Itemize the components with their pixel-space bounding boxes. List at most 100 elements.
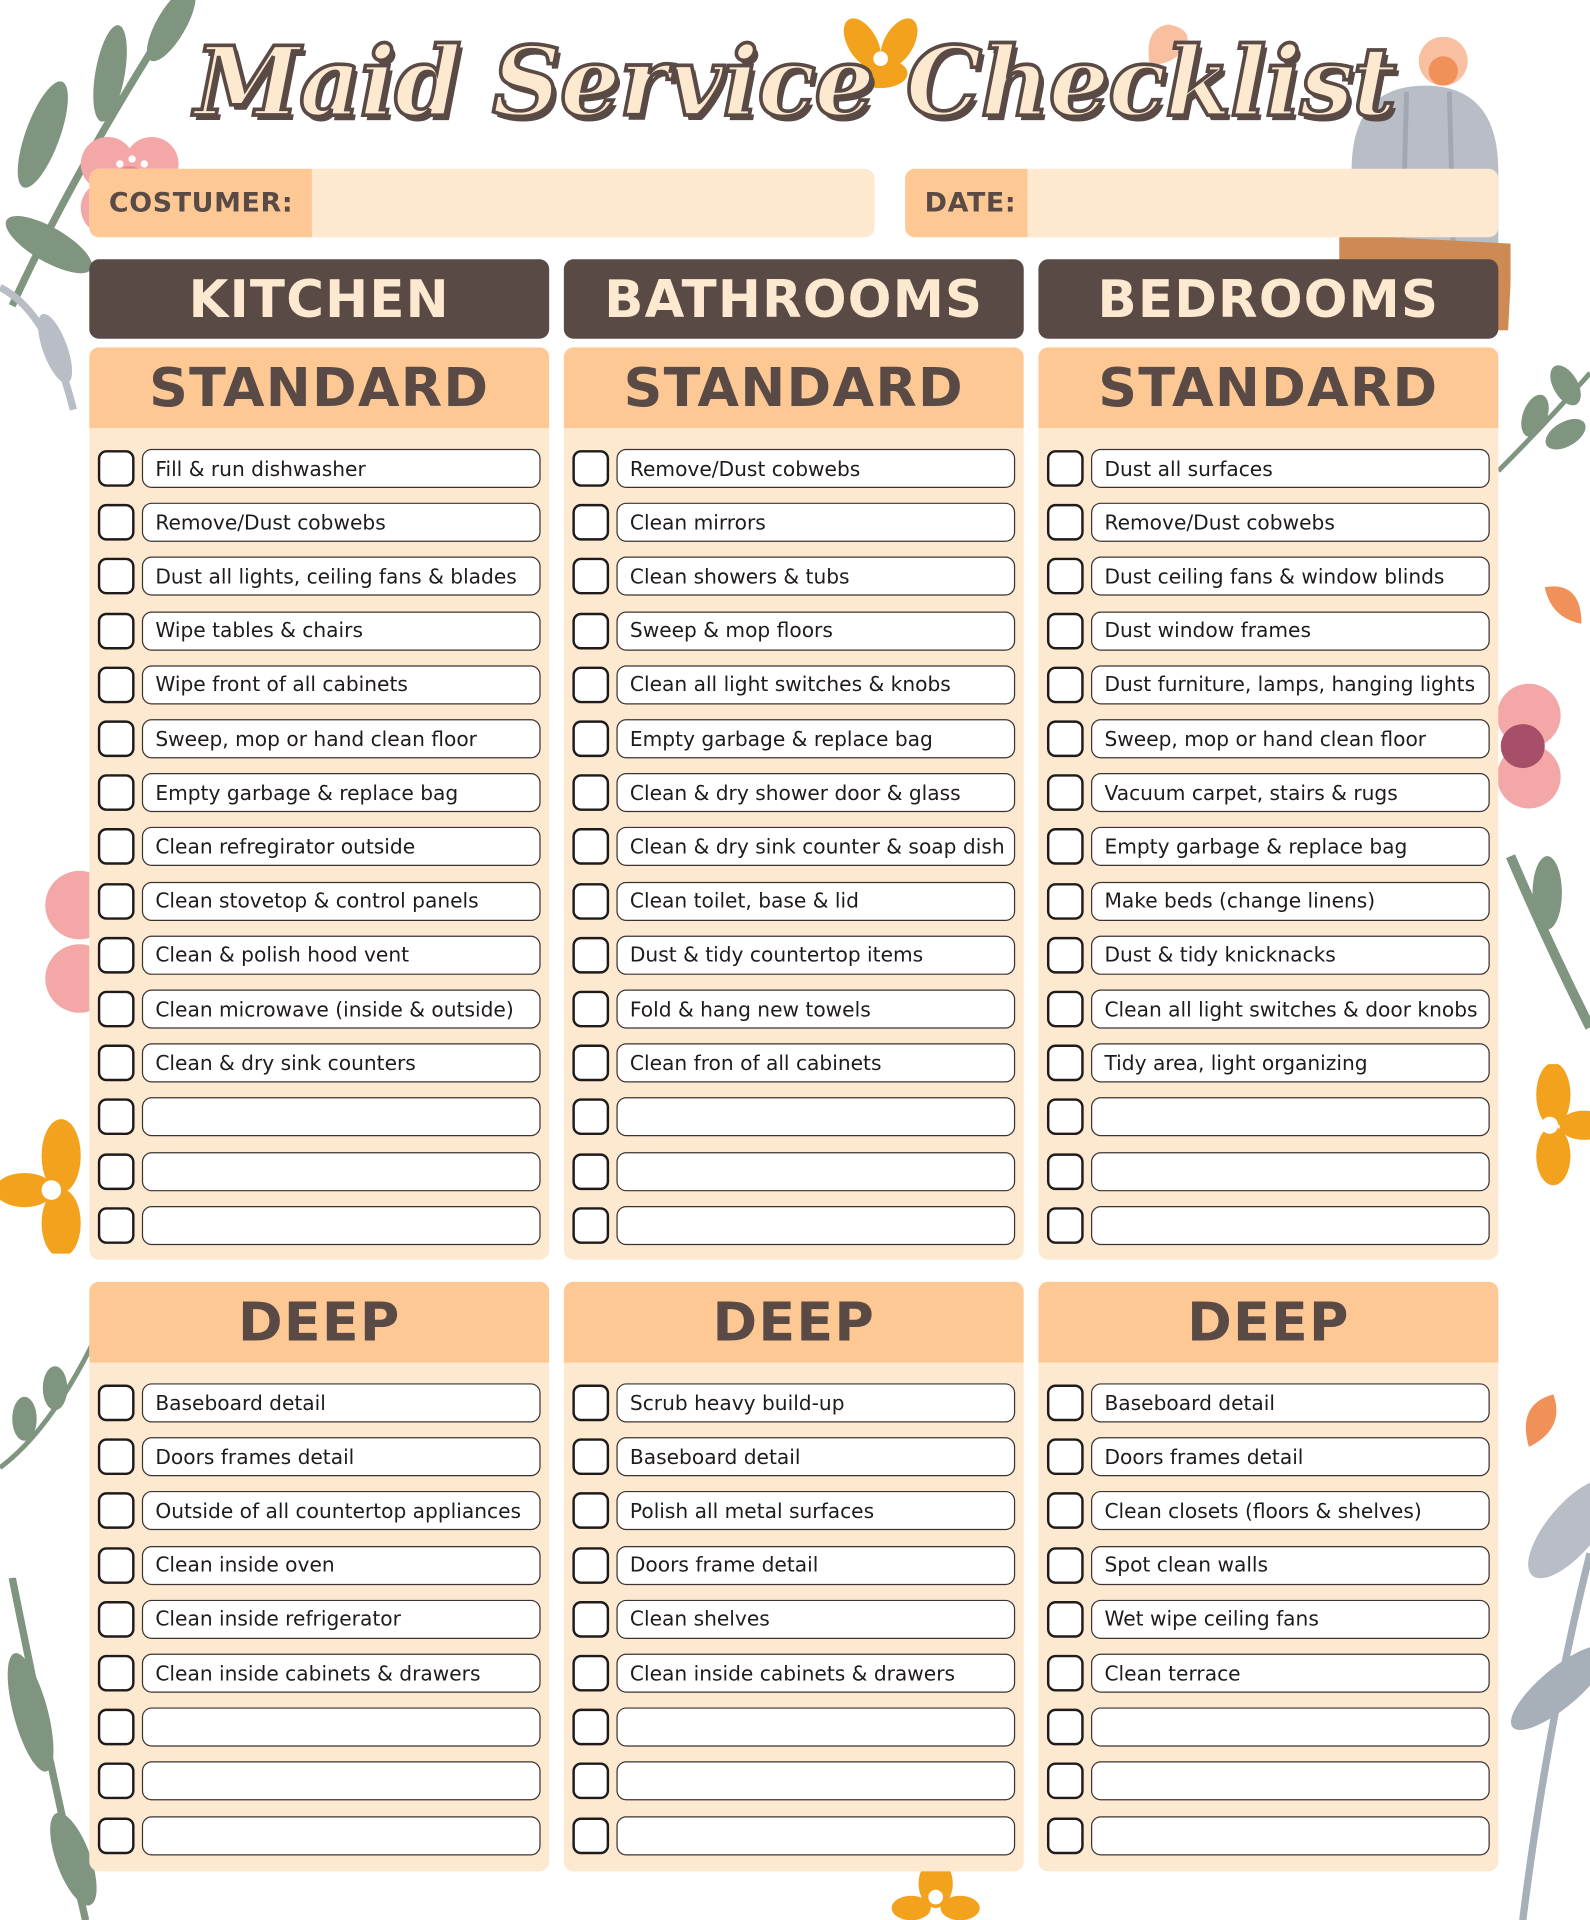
checkbox[interactable] xyxy=(572,1206,610,1244)
checkbox[interactable] xyxy=(572,450,610,487)
date-input[interactable] xyxy=(1027,168,1499,238)
checkbox[interactable] xyxy=(97,1152,135,1190)
blank-task-field[interactable] xyxy=(616,1761,1016,1801)
blank-task-field[interactable] xyxy=(616,1707,1016,1747)
checkbox[interactable] xyxy=(97,1600,135,1638)
checkbox[interactable] xyxy=(572,1654,610,1692)
checkbox[interactable] xyxy=(1046,666,1084,704)
checkbox[interactable] xyxy=(572,882,610,920)
blank-task-field[interactable] xyxy=(616,1815,1016,1855)
checkbox[interactable] xyxy=(1046,1817,1084,1854)
blank-task-field[interactable] xyxy=(1091,1151,1490,1191)
blank-task-field[interactable] xyxy=(1091,1205,1490,1245)
checkbox[interactable] xyxy=(572,720,610,758)
checkbox[interactable] xyxy=(97,1492,135,1530)
blank-task-field[interactable] xyxy=(141,1761,541,1801)
checkbox[interactable] xyxy=(97,558,135,595)
blank-task-field[interactable] xyxy=(1091,1815,1490,1855)
checkbox[interactable] xyxy=(1046,450,1084,487)
checkbox[interactable] xyxy=(572,1384,610,1422)
checkbox[interactable] xyxy=(1046,504,1084,541)
checkbox[interactable] xyxy=(97,1762,135,1800)
checkbox[interactable] xyxy=(572,558,610,595)
checkbox[interactable] xyxy=(572,1492,610,1530)
checkbox[interactable] xyxy=(97,774,135,812)
checkbox[interactable] xyxy=(572,1098,610,1136)
checkbox[interactable] xyxy=(1046,1762,1084,1800)
checkbox[interactable] xyxy=(97,666,135,704)
checkbox[interactable] xyxy=(97,1708,135,1746)
blank-task-field[interactable] xyxy=(141,1707,541,1747)
checkbox[interactable] xyxy=(572,828,610,866)
section-heading-standard: STANDARD xyxy=(1038,347,1499,429)
checkbox[interactable] xyxy=(1046,1438,1084,1476)
blank-task-field[interactable] xyxy=(616,1151,1016,1191)
checkbox[interactable] xyxy=(97,882,135,920)
checkbox[interactable] xyxy=(1046,936,1084,974)
checkbox[interactable] xyxy=(1046,1708,1084,1746)
checkbox[interactable] xyxy=(1046,1654,1084,1692)
checkbox[interactable] xyxy=(572,990,610,1028)
checkbox[interactable] xyxy=(97,990,135,1028)
blank-task-field[interactable] xyxy=(1091,1097,1490,1137)
checkbox[interactable] xyxy=(1046,828,1084,866)
blank-task-field[interactable] xyxy=(616,1205,1016,1245)
blank-task-field[interactable] xyxy=(141,1097,541,1137)
checkbox[interactable] xyxy=(97,450,135,487)
checkbox[interactable] xyxy=(572,612,610,649)
checkbox[interactable] xyxy=(1046,1546,1084,1584)
checkbox[interactable] xyxy=(1046,1384,1084,1422)
date-field[interactable]: DATE: xyxy=(905,168,1499,238)
leaf-branch-right-mid-icon xyxy=(1506,854,1590,1030)
blank-task-field[interactable] xyxy=(616,1097,1016,1137)
blank-task-field[interactable] xyxy=(141,1815,541,1855)
checkbox[interactable] xyxy=(572,1708,610,1746)
checkbox[interactable] xyxy=(97,828,135,866)
checkbox[interactable] xyxy=(1046,720,1084,758)
checklist-row: Clean shelves xyxy=(572,1598,1016,1640)
checkbox[interactable] xyxy=(97,612,135,649)
checkbox[interactable] xyxy=(97,1206,135,1244)
checkbox[interactable] xyxy=(572,1044,610,1082)
blank-task-field[interactable] xyxy=(1091,1761,1490,1801)
checkbox[interactable] xyxy=(572,1600,610,1638)
checkbox[interactable] xyxy=(1046,1152,1084,1190)
checkbox[interactable] xyxy=(97,1384,135,1422)
checkbox[interactable] xyxy=(1046,1492,1084,1530)
checkbox[interactable] xyxy=(97,1098,135,1136)
checkbox[interactable] xyxy=(572,504,610,541)
checkbox[interactable] xyxy=(97,504,135,541)
task-label: Wipe front of all cabinets xyxy=(141,665,541,705)
checkbox[interactable] xyxy=(97,1044,135,1082)
blank-task-field[interactable] xyxy=(1091,1707,1490,1747)
checkbox[interactable] xyxy=(97,936,135,974)
checkbox[interactable] xyxy=(1046,1098,1084,1136)
blank-task-field[interactable] xyxy=(141,1205,541,1245)
checkbox[interactable] xyxy=(572,1546,610,1584)
checkbox[interactable] xyxy=(1046,990,1084,1028)
blank-task-field[interactable] xyxy=(141,1151,541,1191)
checkbox[interactable] xyxy=(97,1817,135,1854)
checkbox[interactable] xyxy=(97,1546,135,1584)
checkbox[interactable] xyxy=(97,720,135,758)
checkbox[interactable] xyxy=(1046,882,1084,920)
checkbox[interactable] xyxy=(572,1817,610,1854)
customer-label: COSTUMER: xyxy=(89,168,312,238)
checkbox[interactable] xyxy=(97,1654,135,1692)
checkbox[interactable] xyxy=(1046,1044,1084,1082)
checkbox[interactable] xyxy=(1046,1600,1084,1638)
checkbox[interactable] xyxy=(572,1438,610,1476)
customer-input[interactable] xyxy=(311,168,875,238)
customer-field[interactable]: COSTUMER: xyxy=(89,168,875,238)
checkbox[interactable] xyxy=(1046,558,1084,595)
checkbox[interactable] xyxy=(1046,774,1084,812)
checkbox[interactable] xyxy=(572,774,610,812)
checkbox[interactable] xyxy=(97,1438,135,1476)
checkbox[interactable] xyxy=(572,1152,610,1190)
checkbox[interactable] xyxy=(572,936,610,974)
checkbox[interactable] xyxy=(572,1762,610,1800)
checkbox[interactable] xyxy=(572,666,610,704)
checklist-row: Baseboard detail xyxy=(572,1436,1016,1478)
checkbox[interactable] xyxy=(1046,1206,1084,1244)
checkbox[interactable] xyxy=(1046,612,1084,649)
